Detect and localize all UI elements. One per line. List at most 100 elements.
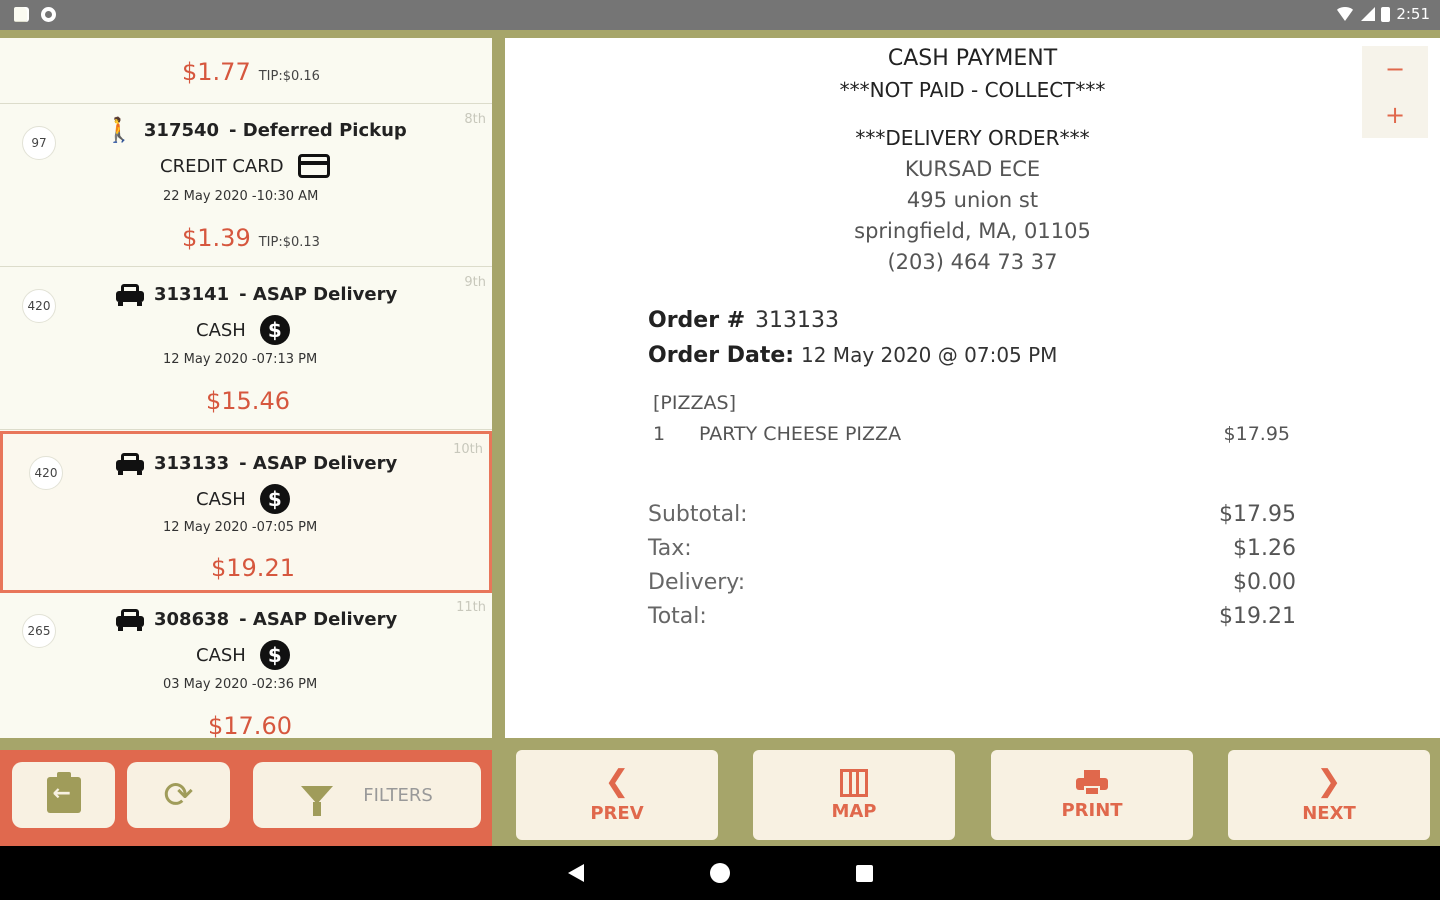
signal-icon	[1361, 7, 1376, 21]
order-seq: 420	[29, 456, 63, 490]
chevron-left-icon: ❮	[604, 763, 630, 799]
order-position: 10th	[453, 442, 483, 457]
payment-line: CASH PAYMENT	[887, 46, 1058, 71]
order-type: - Deferred Pickup	[229, 119, 407, 141]
credit-card-icon	[297, 154, 330, 178]
order-type: - ASAP Delivery	[239, 452, 398, 474]
filters-button[interactable]: FILTERS	[253, 762, 481, 828]
order-number: 313141	[154, 283, 230, 305]
receipt-panel[interactable]: CASH PAYMENT ***NOT PAID - COLLECT*** **…	[505, 38, 1440, 738]
order-date: 22 May 2020 -10:30 AM	[163, 189, 319, 204]
zoom-in-button[interactable]: +	[1362, 92, 1428, 138]
tax-value: $1.26	[1233, 536, 1296, 561]
item-qty: 1	[653, 423, 666, 445]
address-line-2: springfield, MA, 01105	[854, 219, 1091, 243]
refresh-icon: ⟳	[163, 774, 194, 816]
subtotal-label: Subtotal:	[648, 502, 748, 527]
order-amount: $1.39	[182, 224, 251, 252]
clipboard-back-button[interactable]	[12, 762, 115, 828]
order-date: 03 May 2020 -02:36 PM	[163, 677, 318, 692]
order-seq: 265	[22, 614, 56, 648]
chevron-right-icon: ❯	[1316, 763, 1342, 799]
delivery-value: $0.00	[1233, 570, 1296, 595]
filter-icon	[301, 786, 334, 816]
refresh-button[interactable]: ⟳	[127, 762, 230, 828]
dollar-icon: $	[259, 640, 290, 670]
map-label: MAP	[831, 800, 877, 822]
next-button[interactable]: ❯ NEXT	[1228, 750, 1430, 840]
next-label: NEXT	[1302, 802, 1356, 824]
clock: 2:51	[1396, 5, 1430, 23]
print-button[interactable]: PRINT	[991, 750, 1193, 840]
order-position: 9th	[464, 275, 486, 290]
payment-method: CREDIT CARD	[160, 155, 284, 177]
pickup-walk-icon: 🚶	[104, 116, 134, 144]
order-number: 317540	[143, 119, 220, 141]
order-number-label: Order #	[648, 308, 746, 333]
payment-method: CASH	[196, 319, 246, 341]
order-type: - ASAP Delivery	[239, 608, 398, 630]
item-price: $17.95	[1223, 423, 1290, 445]
order-seq: 420	[22, 289, 56, 323]
delivery-car-icon	[116, 283, 144, 306]
delivery-car-icon	[116, 452, 144, 475]
zoom-out-button[interactable]: −	[1362, 46, 1428, 92]
order-date: 12 May 2020 -07:05 PM	[163, 520, 318, 535]
collect-line: ***NOT PAID - COLLECT***	[839, 78, 1106, 102]
order-seq: 97	[22, 126, 56, 160]
order-number: 313133	[154, 452, 230, 474]
order-card[interactable]: 420 9th 313141 - ASAP Delivery CASH $ 12…	[0, 267, 492, 430]
dollar-icon: $	[259, 315, 290, 345]
zoom-controls: − +	[1362, 46, 1428, 138]
recents-icon[interactable]	[856, 865, 873, 882]
total-value: $19.21	[1219, 604, 1296, 629]
print-label: PRINT	[1061, 799, 1123, 821]
total-label: Total:	[648, 604, 707, 629]
printer-icon	[1076, 769, 1108, 796]
tax-label: Tax:	[648, 536, 692, 561]
filters-label: FILTERS	[363, 784, 433, 806]
order-amount: $17.60	[208, 712, 292, 738]
map-icon	[840, 768, 868, 797]
order-date-label: Order Date:	[648, 343, 795, 368]
order-amount: $19.21	[211, 554, 295, 582]
order-tip: TIP:$0.13	[258, 235, 320, 250]
clipboard-arrow-icon	[46, 772, 81, 813]
order-amount: $15.46	[206, 387, 290, 415]
payment-method: CASH	[196, 644, 246, 666]
order-number-value: 313133	[755, 308, 839, 333]
order-kind: ***DELIVERY ORDER***	[855, 126, 1090, 150]
list-toolbar: ⟳ FILTERS	[0, 750, 492, 846]
delivery-label: Delivery:	[648, 570, 746, 595]
prev-label: PREV	[590, 802, 644, 824]
back-icon[interactable]	[568, 864, 584, 882]
payment-method: CASH	[196, 488, 246, 510]
order-position: 8th	[464, 112, 486, 127]
map-button[interactable]: MAP	[753, 750, 955, 840]
order-card[interactable]: 265 11th 308638 - ASAP Delivery CASH $ 0…	[0, 594, 492, 738]
item-name: PARTY CHEESE PIZZA	[699, 423, 902, 445]
order-position: 11th	[456, 600, 486, 615]
order-card[interactable]: $1.77 TIP:$0.16	[0, 38, 492, 104]
address-line-1: 495 union st	[906, 188, 1039, 212]
system-nav-bar	[0, 846, 1440, 900]
order-type: - ASAP Delivery	[239, 283, 398, 305]
status-bar: 2:51	[0, 0, 1440, 30]
delivery-car-icon	[116, 608, 144, 631]
order-card-selected[interactable]: 420 10th 313133 - ASAP Delivery CASH $ 1…	[0, 431, 492, 593]
order-amount: $1.77	[182, 58, 251, 86]
sd-card-icon	[14, 7, 27, 22]
orders-list[interactable]: $1.77 TIP:$0.16 97 8th 🚶 317540 - Deferr…	[0, 38, 492, 738]
order-card[interactable]: 97 8th 🚶 317540 - Deferred Pickup CREDIT…	[0, 104, 492, 267]
order-tip: TIP:$0.16	[258, 69, 320, 84]
order-date: 12 May 2020 -07:13 PM	[163, 352, 318, 367]
prev-button[interactable]: ❮ PREV	[516, 750, 718, 840]
wifi-icon	[1335, 7, 1356, 21]
phone: (203) 464 73 37	[887, 250, 1058, 274]
dollar-icon: $	[259, 484, 290, 514]
order-number: 308638	[154, 608, 230, 630]
order-date-value: 12 May 2020 @ 07:05 PM	[801, 343, 1058, 367]
battery-icon	[1381, 6, 1391, 22]
item-category: [PIZZAS]	[653, 392, 736, 414]
home-icon[interactable]	[710, 863, 730, 883]
